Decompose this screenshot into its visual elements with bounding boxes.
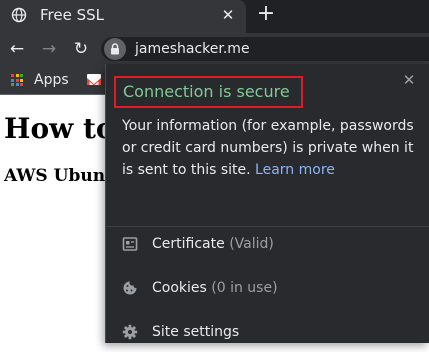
cookie-icon <box>122 280 138 296</box>
forward-button[interactable]: → <box>38 38 60 60</box>
address-bar[interactable]: jameshacker.me <box>101 37 429 61</box>
reload-button[interactable]: ↻ <box>70 38 92 60</box>
cookies-row[interactable]: Cookies (0 in use) <box>106 268 429 308</box>
site-settings-row[interactable]: Site settings <box>106 312 429 352</box>
close-tab-icon[interactable]: ✕ <box>218 5 238 25</box>
url-text[interactable]: jameshacker.me <box>135 40 250 58</box>
tab-title: Free SSL <box>40 6 104 24</box>
site-info-popup: ✕ Connection is secure Your information … <box>105 64 429 343</box>
cookies-label: Cookies <box>152 280 207 296</box>
connection-status-description: Your information (for example, passwords… <box>122 115 418 181</box>
tab-strip: Free SSL ✕ + <box>0 0 429 33</box>
certificate-detail: (Valid) <box>229 236 274 252</box>
certificate-row[interactable]: Certificate (Valid) <box>106 224 429 264</box>
connection-status-title: Connection is secure <box>114 76 303 108</box>
certificate-icon <box>122 236 138 252</box>
back-button[interactable]: ← <box>6 38 28 60</box>
browser-toolbar: ← → ↻ jameshacker.me <box>0 33 429 65</box>
globe-icon <box>11 7 27 23</box>
page-heading: How to <box>4 112 115 145</box>
certificate-label: Certificate <box>152 236 225 252</box>
cookies-detail: (0 in use) <box>211 280 278 296</box>
gear-icon <box>122 324 138 340</box>
learn-more-link[interactable]: Learn more <box>255 162 335 178</box>
apps-grid-icon[interactable] <box>11 74 23 86</box>
certificate-label-group: Certificate (Valid) <box>152 234 274 254</box>
lock-icon[interactable] <box>104 38 126 60</box>
browser-tab[interactable]: Free SSL ✕ <box>0 0 246 33</box>
cookies-label-group: Cookies (0 in use) <box>152 278 278 298</box>
site-settings-label: Site settings <box>152 324 240 340</box>
close-icon[interactable]: ✕ <box>399 70 419 90</box>
gmail-icon[interactable] <box>87 74 101 85</box>
new-tab-button[interactable]: + <box>255 3 277 26</box>
site-settings-label-group: Site settings <box>152 322 239 342</box>
apps-bookmark[interactable]: Apps <box>34 71 69 89</box>
